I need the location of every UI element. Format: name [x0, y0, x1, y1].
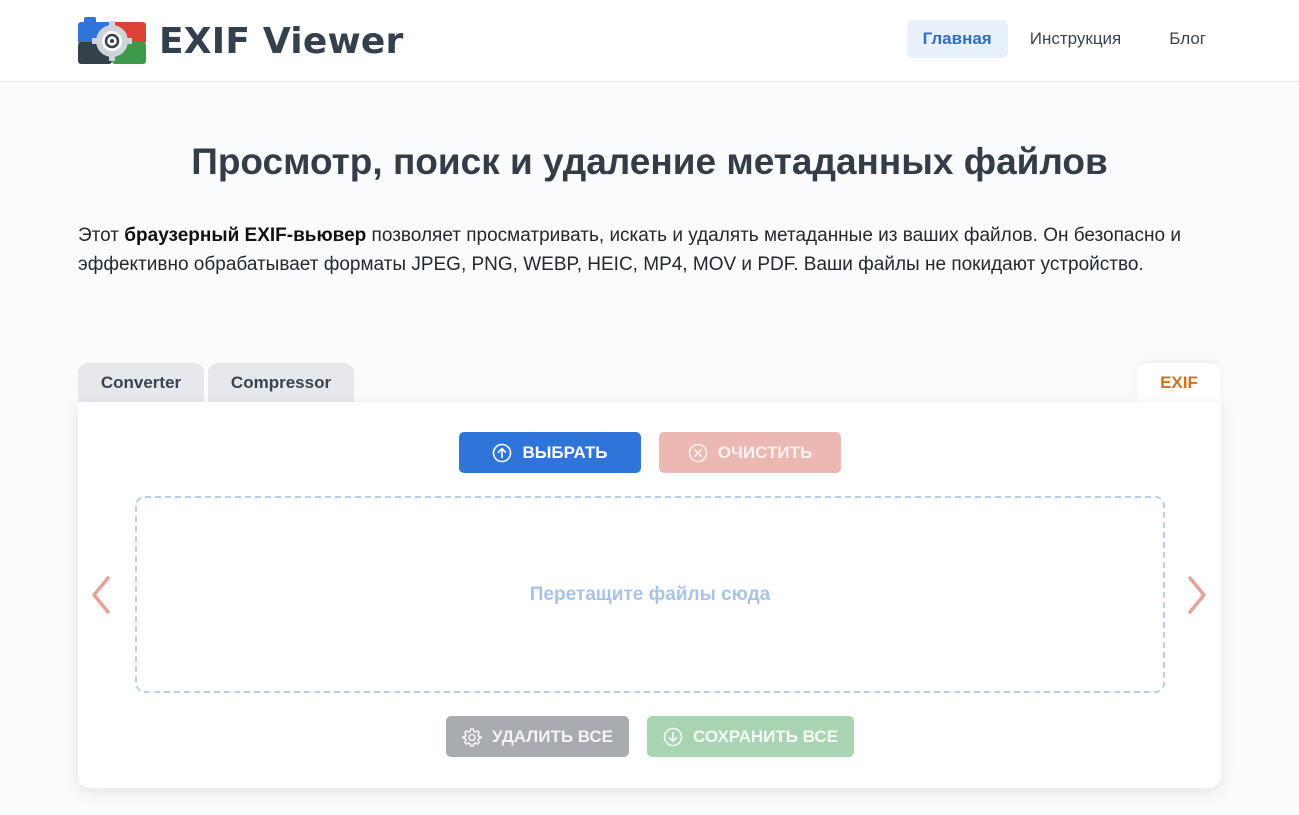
- select-button[interactable]: ВЫБРАТЬ: [459, 432, 641, 473]
- tab-exif[interactable]: EXIF: [1137, 363, 1221, 403]
- exif-panel: ВЫБРАТЬ ОЧИСТИТЬ Перетащите файлы сюда У…: [78, 402, 1221, 788]
- chevron-left-icon[interactable]: [86, 570, 116, 620]
- nav-instructions[interactable]: Инструкция: [1014, 20, 1138, 58]
- close-circle-icon: [688, 443, 708, 462]
- nav-blog[interactable]: Блог: [1153, 20, 1222, 58]
- save-all-button-label: СОХРАНИТЬ ВСЕ: [693, 726, 838, 746]
- drop-zone[interactable]: Перетащите файлы сюда: [135, 496, 1165, 693]
- delete-all-button[interactable]: УДАЛИТЬ ВСЕ: [446, 716, 629, 757]
- description-bold: браузерный EXIF-вьювер: [124, 225, 367, 246]
- page-title: Просмотр, поиск и удаление метаданных фа…: [191, 141, 1108, 182]
- delete-all-button-label: УДАЛИТЬ ВСЕ: [491, 726, 614, 746]
- clear-button-label: ОЧИСТИТЬ: [717, 442, 813, 462]
- clear-button[interactable]: ОЧИСТИТЬ: [659, 432, 841, 473]
- chevron-right-icon[interactable]: [1182, 570, 1212, 620]
- drop-zone-text: Перетащите файлы сюда: [529, 583, 771, 605]
- site-header: EXIF Viewer Главная Инструкция Блог: [0, 0, 1299, 82]
- logo-icon[interactable]: [78, 16, 146, 64]
- download-circle-icon: [663, 727, 683, 746]
- select-button-label: ВЫБРАТЬ: [522, 442, 608, 462]
- tab-converter[interactable]: Converter: [78, 363, 204, 403]
- page-description: Этот браузерный EXIF-вьювер позволяет пр…: [78, 221, 1228, 279]
- upload-circle-icon: [493, 443, 512, 462]
- nav-home[interactable]: Главная: [906, 20, 1008, 58]
- save-all-button[interactable]: СОХРАНИТЬ ВСЕ: [647, 716, 854, 757]
- tab-compressor[interactable]: Compressor: [208, 363, 354, 403]
- gear-icon: [462, 727, 482, 747]
- logo-text[interactable]: EXIF Viewer: [159, 20, 403, 64]
- main-nav: Главная Инструкция Блог: [906, 20, 1222, 58]
- description-prefix: Этот: [78, 225, 125, 246]
